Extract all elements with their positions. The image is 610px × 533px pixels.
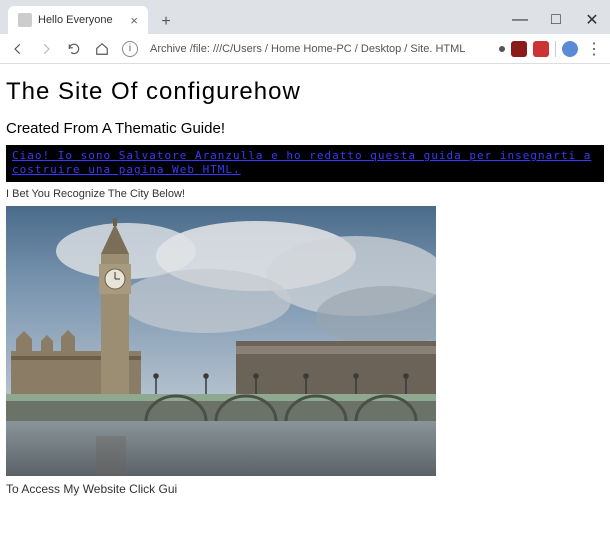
- forward-button[interactable]: [34, 37, 58, 61]
- browser-toolbar: i Archive /file: ///C/Users / Home Home-…: [0, 34, 610, 64]
- maximize-button[interactable]: □: [538, 6, 574, 34]
- menu-button[interactable]: ⋮: [584, 39, 604, 59]
- tab-close-icon[interactable]: ×: [130, 13, 138, 28]
- window-controls: — □ ✕: [502, 6, 610, 34]
- extension-icon-3[interactable]: [562, 41, 578, 57]
- extension-icon-2[interactable]: [533, 41, 549, 57]
- image-caption: I Bet You Recognize The City Below!: [6, 188, 604, 200]
- blackbar-line2: costruire una pagina Web HTML.: [12, 163, 241, 176]
- notification-dot-icon[interactable]: [499, 46, 505, 52]
- tab-title: Hello Everyone: [38, 14, 122, 26]
- highlighted-text-bar: Ciao! Io sono Salvatore Aranzulla e ho r…: [6, 145, 604, 182]
- page-content: The Site Of configurehow Created From A …: [0, 64, 610, 500]
- minimize-button[interactable]: —: [502, 6, 538, 34]
- reload-button[interactable]: [62, 37, 86, 61]
- page-heading: The Site Of configurehow: [6, 78, 604, 106]
- close-window-button[interactable]: ✕: [574, 6, 610, 34]
- extension-icon-1[interactable]: [511, 41, 527, 57]
- browser-tab[interactable]: Hello Everyone ×: [8, 6, 148, 34]
- extension-icons: ⋮: [499, 39, 604, 59]
- london-image: [6, 206, 436, 476]
- blackbar-line1: Ciao! Io sono Salvatore Aranzulla e ho r…: [12, 149, 591, 162]
- separator: [555, 41, 556, 57]
- site-info-icon[interactable]: i: [122, 41, 138, 57]
- home-button[interactable]: [90, 37, 114, 61]
- page-subheading: Created From A Thematic Guide!: [6, 120, 604, 137]
- footer-text: To Access My Website Click Gui: [6, 482, 604, 496]
- address-bar[interactable]: Archive /file: ///C/Users / Home Home-PC…: [146, 39, 495, 59]
- back-button[interactable]: [6, 37, 30, 61]
- tab-favicon: [18, 13, 32, 27]
- new-tab-button[interactable]: +: [154, 10, 178, 34]
- browser-titlebar: Hello Everyone × + — □ ✕: [0, 0, 610, 34]
